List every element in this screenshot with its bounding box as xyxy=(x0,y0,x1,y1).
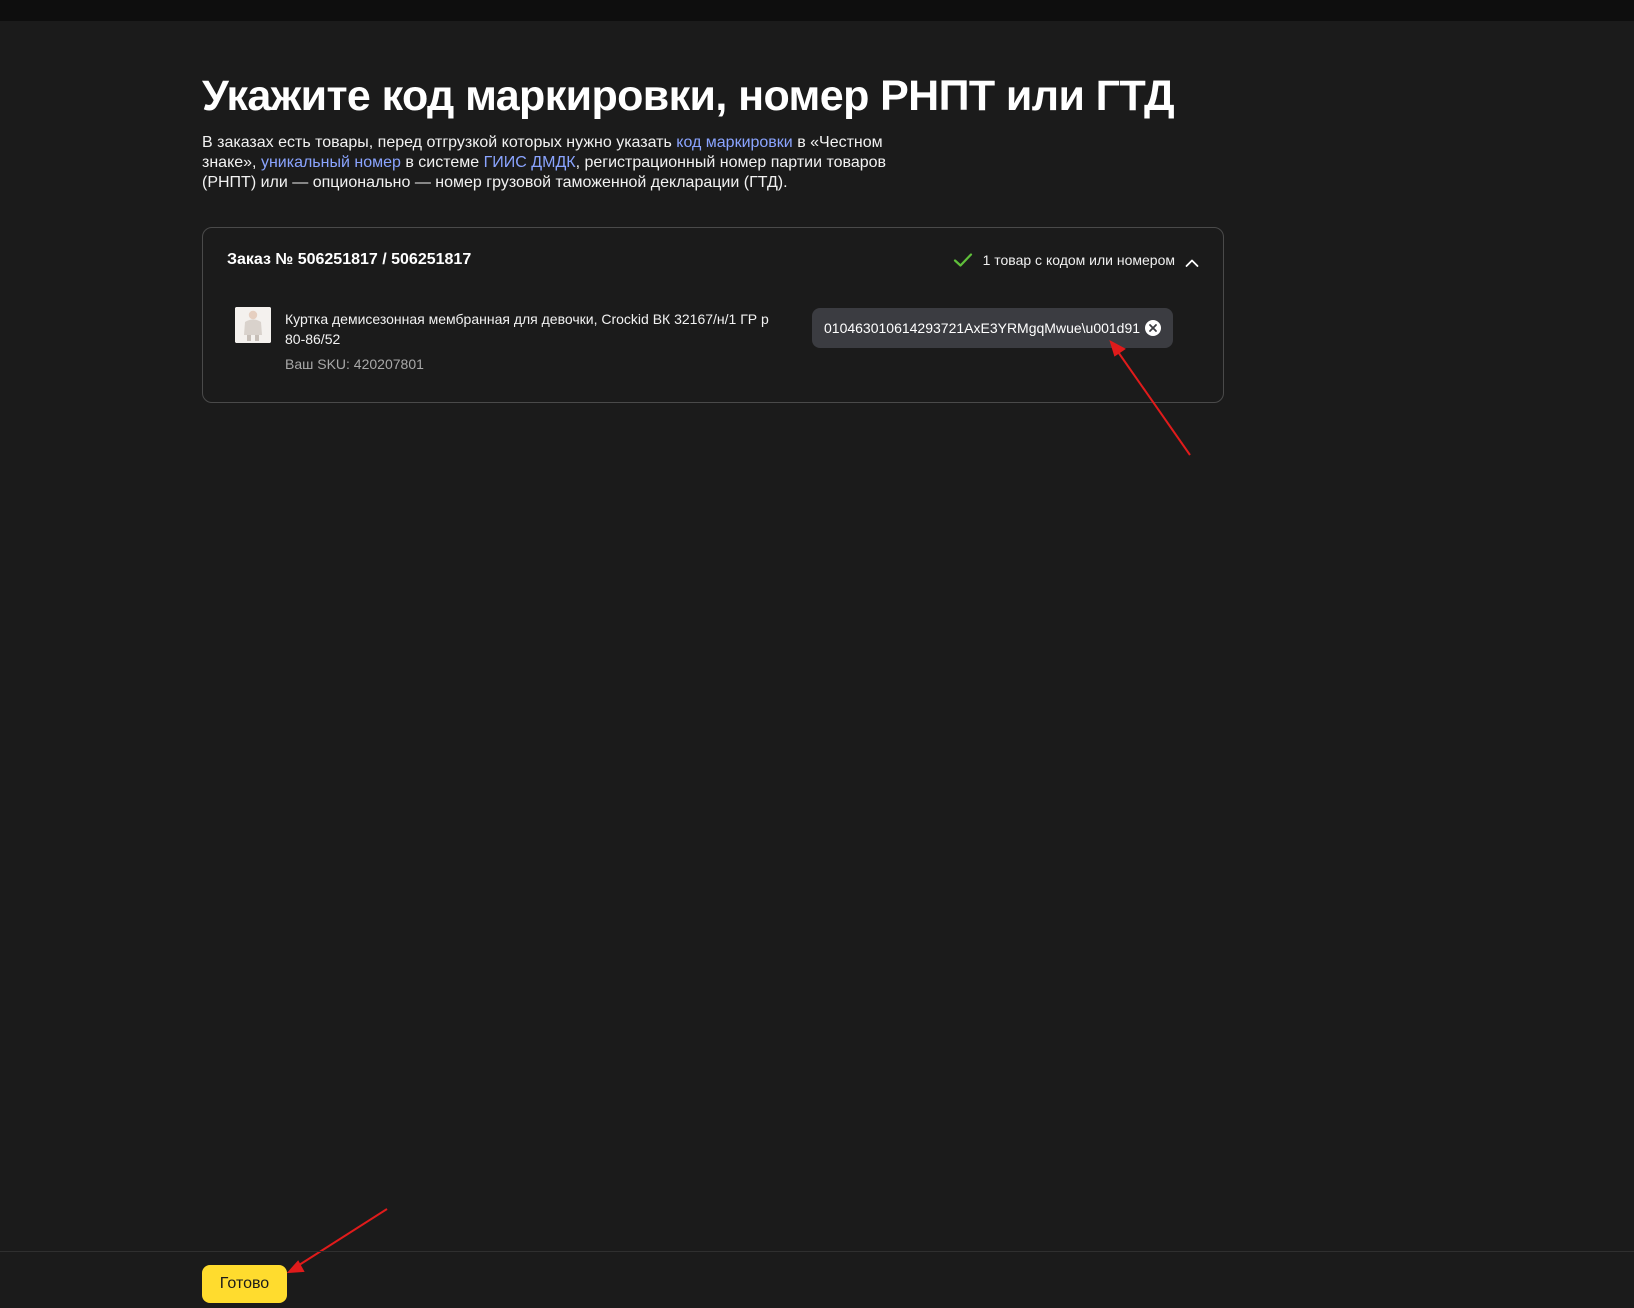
annotation-arrows xyxy=(286,339,1191,1274)
chevron-up-icon[interactable] xyxy=(1185,255,1199,267)
close-circle-icon[interactable] xyxy=(1145,320,1161,336)
marking-code-chip[interactable]: 010463010614293721AxE3YRMgqMwue\u001d91 xyxy=(812,308,1173,348)
product-name: Куртка демисезонная мембранная для девоч… xyxy=(285,311,769,347)
product-image xyxy=(235,307,271,343)
order-title: Заказ № 506251817 / 506251817 xyxy=(227,251,472,268)
marking-code-link[interactable]: код маркировки xyxy=(676,134,792,151)
order-card: Заказ № 506251817 / 506251817 1 товар с … xyxy=(202,227,1224,403)
intro-text-part: В заказах есть товары, перед отгрузкой к… xyxy=(202,134,677,151)
check-icon xyxy=(953,252,973,268)
intro-text: В заказах есть товары, перед отгрузкой к… xyxy=(202,133,922,193)
page-title: Укажите код маркировки, номер РНПТ или Г… xyxy=(202,72,1175,120)
annotation-arrow-done xyxy=(286,1208,388,1274)
done-button[interactable]: Готово xyxy=(202,1265,287,1303)
intro-text-part: в системе xyxy=(400,154,484,171)
product-sku: Ваш SKU: 420207801 xyxy=(285,356,424,372)
unique-number-link[interactable]: уникальный номер xyxy=(261,154,401,171)
order-status-text: 1 товар с кодом или номером xyxy=(982,252,1175,268)
top-bar xyxy=(0,0,1634,21)
marking-code-value: 010463010614293721AxE3YRMgqMwue\u001d91 xyxy=(824,320,1141,336)
giis-dmdk-link[interactable]: ГИИС ДМДК xyxy=(484,154,576,171)
footer-divider xyxy=(0,1251,1634,1252)
order-status-toggle[interactable]: 1 товар с кодом или номером xyxy=(953,252,1199,268)
